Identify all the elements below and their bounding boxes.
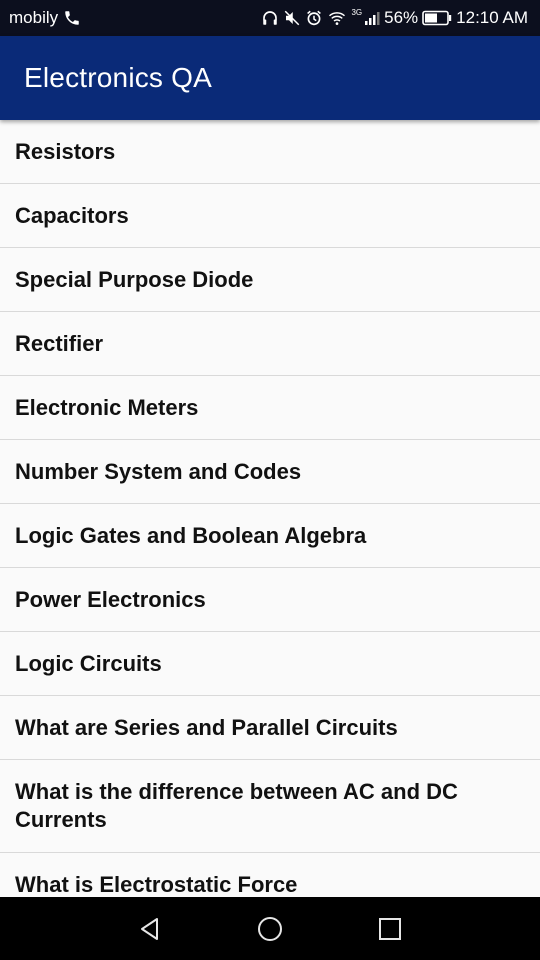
mute-icon (283, 9, 301, 27)
list-item-label: What is Electrostatic Force (15, 872, 298, 897)
list-item[interactable]: Electronic Meters (0, 376, 540, 440)
list-item-label: Number System and Codes (15, 459, 302, 484)
clock-time: 12:10 AM (456, 8, 528, 27)
list-item[interactable]: What are Series and Parallel Circuits (0, 696, 540, 760)
recents-icon[interactable] (374, 913, 406, 945)
list-item[interactable]: What is the difference between AC and DC… (0, 760, 540, 853)
home-icon[interactable] (254, 913, 286, 945)
signal-icon (364, 10, 380, 26)
screen: mobily 3G 56% 12:10 AM Electronics QA Re… (0, 0, 540, 960)
list-item-label: Capacitors (15, 203, 129, 228)
list-item[interactable]: Power Electronics (0, 568, 540, 632)
list-item-label: What are Series and Parallel Circuits (15, 715, 398, 740)
headset-icon (261, 9, 279, 27)
status-left: mobily (9, 8, 81, 28)
list-item[interactable]: Logic Circuits (0, 632, 540, 696)
status-right: 3G 56% 12:10 AM (261, 8, 528, 28)
list-item[interactable]: Resistors (0, 120, 540, 184)
list-item-label: Logic Circuits (15, 651, 162, 676)
app-bar: Electronics QA (0, 36, 540, 120)
carrier-name: mobily (9, 8, 59, 27)
network-type: 3G (351, 7, 363, 17)
list-item[interactable]: Special Purpose Diode (0, 248, 540, 312)
back-icon[interactable] (134, 913, 166, 945)
alarm-icon (305, 9, 323, 27)
list-item-label: Power Electronics (15, 587, 206, 612)
list-item-label: What is the difference between AC and DC… (15, 779, 458, 832)
list-item-label: Logic Gates and Boolean Algebra (15, 523, 367, 548)
list-item-label: Rectifier (15, 331, 104, 356)
call-icon (63, 9, 81, 27)
list-item-label: Special Purpose Diode (15, 267, 254, 292)
navigation-bar (0, 897, 540, 960)
topic-list[interactable]: Resistors Capacitors Special Purpose Dio… (0, 120, 540, 897)
list-item[interactable]: Number System and Codes (0, 440, 540, 504)
app-title: Electronics QA (24, 62, 212, 93)
list-item[interactable]: Capacitors (0, 184, 540, 248)
list-item[interactable]: What is Electrostatic Force (0, 853, 540, 897)
list-item-label: Electronic Meters (15, 395, 199, 420)
list-item-label: Resistors (15, 139, 116, 164)
battery-percent: 56% (384, 8, 419, 27)
status-bar: mobily 3G 56% 12:10 AM (0, 0, 540, 36)
list-item[interactable]: Logic Gates and Boolean Algebra (0, 504, 540, 568)
list-item[interactable]: Rectifier (0, 312, 540, 376)
wifi-icon (327, 9, 347, 27)
battery-icon (422, 10, 452, 26)
